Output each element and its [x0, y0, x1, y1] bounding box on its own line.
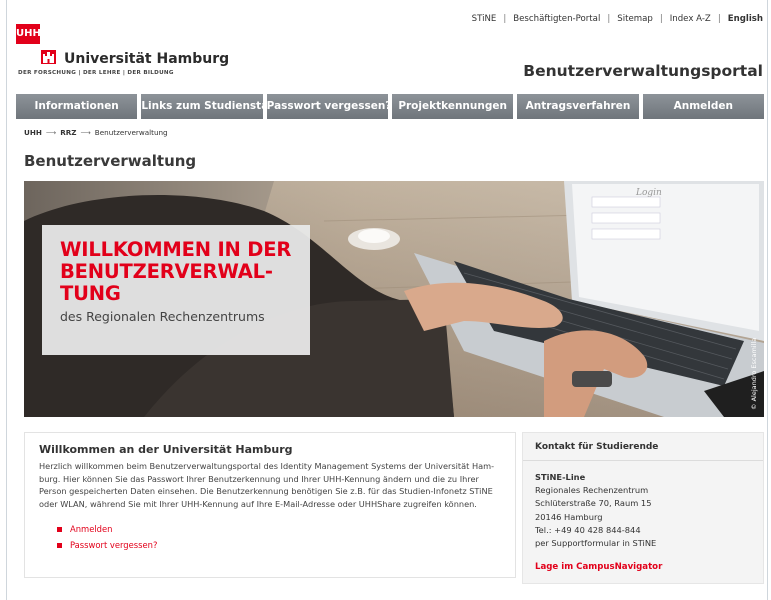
toplink-english[interactable]: English [728, 14, 763, 24]
separator: | [717, 14, 721, 24]
bullet-icon [57, 526, 62, 532]
contact-line: Schlüterstraße 70, Raum 15 [535, 498, 652, 509]
bullet-icon [57, 542, 62, 548]
nav-informationen[interactable]: Informationen [16, 94, 138, 119]
welcome-link-label: Anmelden [70, 524, 113, 535]
login-screen-label: Login [635, 188, 662, 198]
portal-title: Benutzerverwaltungsportal [523, 62, 763, 80]
top-links: STiNE | Beschäftigten-Portal | Sitemap | Index… [472, 14, 763, 24]
welcome-title: Willkommen an der Universität Hamburg [39, 443, 293, 456]
university-name: Universität Hamburg [64, 51, 230, 67]
photo-credit: © Alejandro Escamilla [750, 337, 758, 410]
hero-subline: des Regionalen Rechenzentrums [60, 309, 265, 324]
university-tagline: DER FORSCHUNG | DER LEHRE | DER BILDUNG [18, 70, 174, 76]
contact-body: STiNE-Line Regionales Rechenzentrum Schl… [523, 461, 763, 584]
welcome-link-anmelden[interactable]: Anmelden [57, 521, 501, 537]
breadcrumb-current: Benutzerverwaltung [94, 128, 168, 137]
breadcrumb-uhh[interactable]: UHH [24, 128, 42, 137]
breadcrumb-arrow: ⟶ [45, 128, 57, 137]
toplink-sitemap[interactable]: Sitemap [617, 14, 653, 24]
main-navigation: Informationen Links zum Studienstart Pas… [16, 94, 764, 119]
welcome-link-label: Passwort vergessen? [70, 540, 158, 551]
hero-headline-line-1: WILLKOMMEN IN DER [60, 238, 292, 261]
breadcrumb: UHH ⟶ RRZ ⟶ Benutzerverwaltung [24, 128, 168, 137]
hero-headline-line-3: TUNG [60, 282, 121, 305]
contact-line: per Supportformular in STiNE [535, 538, 657, 549]
breadcrumb-arrow: ⟶ [80, 128, 91, 137]
hero-headline-line-2: BENUTZERVERWAL- [60, 260, 273, 283]
separator: | [503, 14, 507, 24]
toplink-stine[interactable]: STiNE [472, 14, 497, 24]
welcome-box: Willkommen an der Universität Hamburg He… [24, 432, 516, 578]
toplink-index[interactable]: Index A-Z [670, 14, 711, 24]
nav-links-studienstart[interactable]: Links zum Studienstart [141, 94, 263, 119]
contact-line: Regionales Rechenzentrum [535, 485, 649, 496]
campus-navigator-link[interactable]: Lage im CampusNavigator [535, 561, 751, 574]
contact-line: 20146 Hamburg [535, 511, 603, 522]
breadcrumb-rrz[interactable]: RRZ [60, 128, 76, 137]
nav-antragsverfahren[interactable]: Antragsverfahren [517, 94, 639, 119]
uhh-logo-mark: UHH [16, 24, 41, 44]
welcome-link-passwort[interactable]: Passwort vergessen? [57, 537, 501, 553]
hero-banner: Login WILLKOMMEN IN DER BENUTZERVERWAL- … [24, 181, 764, 417]
contact-title: Kontakt für Studierende [523, 433, 763, 461]
page-title: Benutzerverwaltung [24, 152, 197, 170]
contact-phone: Tel.: +49 40 428 844-844 [535, 524, 641, 535]
hammaburg-icon [41, 50, 56, 64]
nav-anmelden[interactable]: Anmelden [642, 94, 764, 119]
nav-passwort-vergessen[interactable]: Passwort vergessen? [266, 94, 388, 119]
toplink-staff-portal[interactable]: Beschäftigten-Portal [513, 14, 600, 24]
nav-projektkennungen[interactable]: Projektkennungen [391, 94, 514, 119]
separator: | [659, 14, 663, 24]
contact-name: STiNE-Line [535, 472, 586, 482]
hero-welcome-card: WILLKOMMEN IN DER BENUTZERVERWAL- TUNG d… [42, 225, 310, 355]
welcome-text: Herzlich willkommen beim Benutzerverwalt… [39, 461, 495, 509]
contact-box: Kontakt für Studierende STiNE-Line Regio… [522, 432, 764, 584]
separator: | [607, 14, 611, 24]
welcome-links: Anmelden Passwort vergessen? [39, 521, 501, 553]
